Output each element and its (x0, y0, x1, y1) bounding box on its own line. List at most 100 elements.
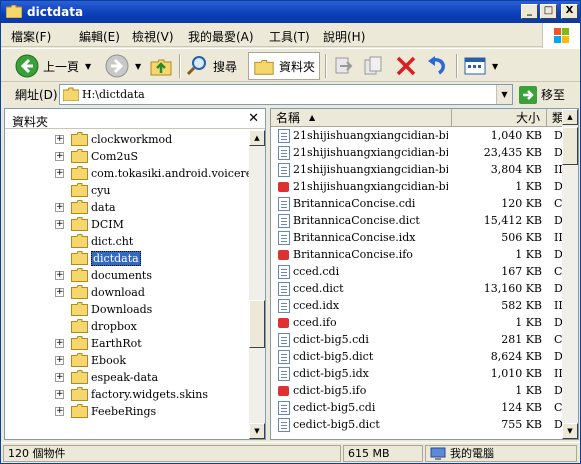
tree-item[interactable]: + FeebeRings (5, 403, 249, 420)
folders-label: 資料夾 (279, 59, 316, 74)
expand-icon[interactable]: + (55, 220, 64, 229)
tree-item[interactable]: + Ebook (5, 352, 249, 369)
tree-item[interactable]: + factory.widgets.skins (5, 386, 249, 403)
forward-dropdown-icon[interactable]: ▼ (135, 62, 141, 71)
file-row[interactable]: BritannicaConcise.ifo 1 KB D (271, 246, 562, 263)
file-row[interactable]: cced.dict 13,160 KB D (271, 280, 562, 297)
tree-item-label: dictdata (91, 251, 141, 266)
tree-item[interactable]: + com.tokasiki.android.voicerecorde (5, 165, 249, 182)
title-bar[interactable]: dictdata _ □ X (1, 1, 580, 23)
tree-item[interactable]: + espeak-data (5, 369, 249, 386)
expand-icon[interactable]: + (55, 390, 64, 399)
address-dropdown-icon[interactable]: ▼ (496, 85, 512, 104)
forward-button[interactable]: ▼ (105, 52, 141, 80)
expand-icon[interactable]: + (55, 407, 64, 416)
tree-item[interactable]: dropbox (5, 318, 249, 335)
tree-item[interactable]: + Com2uS (5, 148, 249, 165)
views-dropdown-icon[interactable]: ▼ (492, 62, 498, 71)
file-icon (278, 197, 290, 211)
tree-item[interactable]: + data (5, 199, 249, 216)
close-pane-icon[interactable]: ✕ (248, 111, 259, 126)
scroll-down-icon[interactable]: ▼ (562, 423, 578, 439)
expand-icon[interactable]: + (55, 339, 64, 348)
file-row[interactable]: 21shijishuangxiangcidian-big5.... 23,435 … (271, 144, 562, 161)
col-size[interactable]: 大小 (452, 109, 547, 127)
folders-button[interactable]: 資料夾 (248, 52, 321, 80)
tree-item[interactable]: + download (5, 284, 249, 301)
status-count: 120 個物件 (3, 445, 341, 462)
expand-icon[interactable]: + (55, 203, 64, 212)
delete-button[interactable] (394, 52, 418, 80)
scroll-up-icon[interactable]: ▲ (249, 130, 265, 146)
file-row[interactable]: cdict-big5.cdi 281 KB C (271, 331, 562, 348)
tree-item[interactable]: dict.cht (5, 233, 249, 250)
file-row[interactable]: BritannicaConcise.idx 506 KB II (271, 229, 562, 246)
expand-icon[interactable]: + (55, 169, 64, 178)
expand-icon[interactable]: + (55, 135, 64, 144)
expand-icon[interactable]: + (55, 373, 64, 382)
expand-icon[interactable]: + (55, 271, 64, 280)
back-dropdown-icon[interactable]: ▼ (85, 62, 91, 71)
file-size: 120 KB (501, 197, 542, 210)
file-row[interactable]: 21shijishuangxiangcidian-big5.... 1,040 K… (271, 127, 562, 144)
menu-help[interactable]: 說明(H) (323, 28, 365, 45)
file-row[interactable]: cedict-big5.cdi 124 KB C (271, 399, 562, 416)
menu-view[interactable]: 檢視(V) (132, 28, 174, 45)
folder-tree: + clockworkmod + Com2uS + com.tokasiki.androi… (5, 130, 249, 439)
up-folder-button[interactable] (149, 52, 173, 80)
file-scrollbar[interactable]: ▲ ▼ (562, 109, 578, 439)
file-row[interactable]: 21shijishuangxiangcidian-big5.... 3,804 K… (271, 161, 562, 178)
go-button[interactable]: 移至 (519, 84, 565, 105)
search-label: 搜尋 (213, 59, 238, 74)
folder-icon (71, 285, 88, 299)
views-button[interactable]: ▼ (463, 52, 498, 80)
menu-file[interactable]: 檔案(F) (11, 28, 51, 45)
file-row[interactable]: cdict-big5.idx 1,010 KB II (271, 365, 562, 382)
file-row[interactable]: BritannicaConcise.cdi 120 KB C (271, 195, 562, 212)
tree-scrollbar[interactable]: ▲ ▼ (249, 130, 265, 439)
tree-item[interactable]: Downloads (5, 301, 249, 318)
undo-button[interactable] (425, 52, 449, 80)
expand-icon[interactable]: + (55, 288, 64, 297)
file-icon (278, 146, 290, 160)
expand-icon[interactable]: + (55, 152, 64, 161)
menu-edit[interactable]: 編輯(E) (79, 28, 120, 45)
folder-icon (71, 251, 88, 265)
tree-item[interactable]: + clockworkmod (5, 131, 249, 148)
file-row[interactable]: cced.cdi 167 KB C (271, 263, 562, 280)
search-icon (186, 56, 206, 76)
file-row[interactable]: cdict-big5.dict 8,624 KB D (271, 348, 562, 365)
menu-favorites[interactable]: 我的最愛(A) (188, 28, 254, 45)
back-button[interactable]: 上一頁 ▼ (15, 52, 91, 80)
minimize-button[interactable]: _ (521, 4, 538, 19)
file-row[interactable]: cedict-big5.dict 755 KB D (271, 416, 562, 433)
tree-item[interactable]: + DCIM (5, 216, 249, 233)
scroll-thumb[interactable] (249, 300, 265, 348)
close-button[interactable]: X (561, 4, 578, 19)
scroll-thumb[interactable] (562, 127, 578, 165)
file-row[interactable]: cdict-big5.ifo 1 KB D (271, 382, 562, 399)
file-row[interactable]: 21shijishuangxiangcidian-big5.... 1 KB D (271, 178, 562, 195)
menu-bar: 檔案(F) 編輯(E) 檢視(V) 我的最愛(A) 工具(T) 說明(H) (1, 23, 580, 47)
scroll-up-icon[interactable]: ▲ (562, 109, 578, 125)
file-row[interactable]: BritannicaConcise.dict 15,412 KB D (271, 212, 562, 229)
menu-tools[interactable]: 工具(T) (269, 28, 310, 45)
maximize-button[interactable]: □ (540, 4, 557, 19)
move-to-button[interactable] (331, 52, 355, 80)
address-input[interactable]: H:\dictdata ▼ (59, 84, 513, 105)
file-size: 755 KB (501, 418, 542, 431)
tree-item[interactable]: + documents (5, 267, 249, 284)
expand-icon[interactable]: + (55, 356, 64, 365)
search-button[interactable]: 搜尋 (185, 52, 237, 80)
scroll-down-icon[interactable]: ▼ (249, 423, 265, 439)
file-row[interactable]: cced.idx 582 KB II (271, 297, 562, 314)
file-size: 124 KB (501, 401, 542, 414)
tree-item[interactable]: dictdata (5, 250, 249, 267)
up-folder-icon (150, 59, 172, 76)
copy-to-button[interactable] (361, 52, 385, 80)
tree-item[interactable]: + EarthRot (5, 335, 249, 352)
tree-item[interactable]: cyu (5, 182, 249, 199)
file-row[interactable]: cced.ifo 1 KB D (271, 314, 562, 331)
col-name[interactable]: 名稱 ▲ (271, 109, 452, 127)
tree-item-label: FeebeRings (91, 405, 157, 418)
